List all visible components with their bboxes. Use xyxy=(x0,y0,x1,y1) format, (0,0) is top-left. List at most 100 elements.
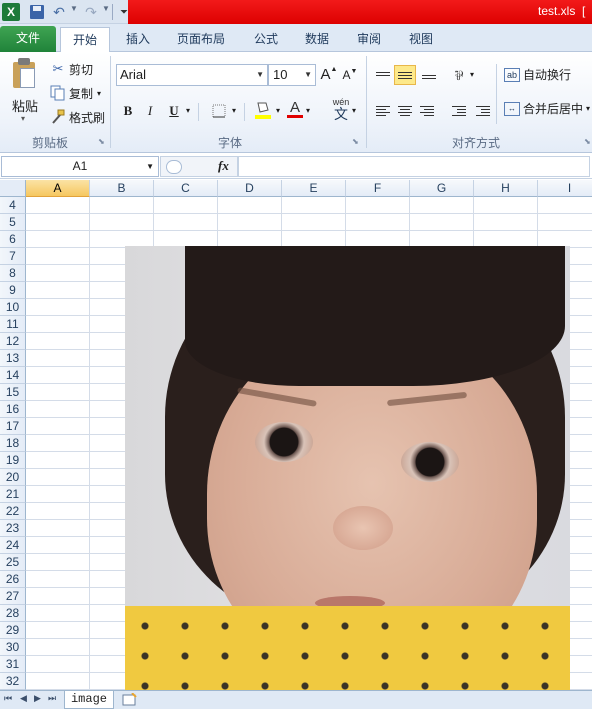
tab-file[interactable]: 文件 xyxy=(0,26,56,52)
row-header-30[interactable]: 30 xyxy=(0,639,26,656)
orientation-dropdown-icon[interactable]: ▾ xyxy=(470,70,474,79)
underline-dropdown-icon[interactable]: ▾ xyxy=(186,106,190,115)
tab-home[interactable]: 开始 xyxy=(60,27,110,53)
column-header-i[interactable]: I xyxy=(538,180,592,197)
grow-font-button[interactable]: A ▲ xyxy=(320,64,338,84)
embedded-picture[interactable] xyxy=(125,246,570,690)
phonetic-dropdown-icon[interactable]: ▾ xyxy=(352,106,356,115)
cut-button[interactable]: ✂ 剪切 xyxy=(50,59,93,79)
tab-insert[interactable]: 插入 xyxy=(118,27,158,52)
column-header-f[interactable]: F xyxy=(346,180,410,197)
row-header-15[interactable]: 15 xyxy=(0,384,26,401)
undo-dropdown-icon[interactable]: ▼ xyxy=(70,4,78,13)
copy-button[interactable]: 复制 ▾ xyxy=(50,83,101,103)
paste-dropdown-icon[interactable]: ▾ xyxy=(21,114,25,123)
tab-data[interactable]: 数据 xyxy=(297,27,337,52)
align-right-button[interactable] xyxy=(416,101,438,121)
row-header-31[interactable]: 31 xyxy=(0,656,26,673)
wrap-text-button[interactable]: ab 自动换行 xyxy=(504,66,571,83)
bold-button[interactable]: B xyxy=(118,101,138,121)
row-header-24[interactable]: 24 xyxy=(0,537,26,554)
tab-formulas[interactable]: 公式 xyxy=(246,27,286,52)
increase-indent-button[interactable] xyxy=(472,101,494,121)
row-header-7[interactable]: 7 xyxy=(0,248,26,265)
select-all-corner[interactable] xyxy=(0,180,26,197)
align-left-button[interactable] xyxy=(372,101,394,121)
row-header-22[interactable]: 22 xyxy=(0,503,26,520)
row-header-26[interactable]: 26 xyxy=(0,571,26,588)
decrease-indent-button[interactable] xyxy=(448,101,470,121)
font-color-button[interactable]: A xyxy=(286,99,304,119)
column-header-e[interactable]: E xyxy=(282,180,346,197)
row-header-8[interactable]: 8 xyxy=(0,265,26,282)
sheet-tab-image[interactable]: image xyxy=(64,691,114,709)
insert-sheet-icon[interactable] xyxy=(122,692,140,707)
row-header-10[interactable]: 10 xyxy=(0,299,26,316)
redo-icon[interactable]: ↷ xyxy=(82,3,100,21)
border-dropdown-icon[interactable]: ▾ xyxy=(232,106,236,115)
format-painter-button[interactable]: 格式刷 xyxy=(50,107,105,127)
paste-button[interactable]: 粘贴 ▾ xyxy=(6,56,44,124)
merge-center-button[interactable]: ↔ 合并后居中 ▾ xyxy=(504,100,590,117)
column-header-c[interactable]: C xyxy=(154,180,218,197)
font-color-dropdown-icon[interactable]: ▾ xyxy=(306,106,310,115)
tab-page-layout[interactable]: 页面布局 xyxy=(170,27,232,52)
row-header-32[interactable]: 32 xyxy=(0,673,26,690)
align-center-button[interactable] xyxy=(394,101,416,121)
row-header-27[interactable]: 27 xyxy=(0,588,26,605)
row-header-29[interactable]: 29 xyxy=(0,622,26,639)
row-header-12[interactable]: 12 xyxy=(0,333,26,350)
row-header-20[interactable]: 20 xyxy=(0,469,26,486)
row-header-17[interactable]: 17 xyxy=(0,418,26,435)
save-icon[interactable] xyxy=(28,3,46,21)
insert-function-icon[interactable]: fx xyxy=(218,158,229,174)
column-header-g[interactable]: G xyxy=(410,180,474,197)
row-header-25[interactable]: 25 xyxy=(0,554,26,571)
underline-button[interactable]: U xyxy=(164,101,184,121)
row-header-6[interactable]: 6 xyxy=(0,231,26,248)
column-header-a[interactable]: A xyxy=(26,180,90,197)
align-middle-button[interactable] xyxy=(394,65,416,85)
fill-color-dropdown-icon[interactable]: ▾ xyxy=(276,106,280,115)
row-header-4[interactable]: 4 xyxy=(0,197,26,214)
align-top-button[interactable] xyxy=(372,65,394,85)
row-header-21[interactable]: 21 xyxy=(0,486,26,503)
italic-button[interactable]: I xyxy=(140,101,160,121)
row-header-23[interactable]: 23 xyxy=(0,520,26,537)
undo-icon[interactable]: ↶ xyxy=(50,3,68,21)
fill-color-button[interactable] xyxy=(252,100,274,120)
row-header-5[interactable]: 5 xyxy=(0,214,26,231)
first-sheet-icon[interactable]: ⏮ xyxy=(4,693,12,704)
font-name-select[interactable]: Arial ▼ xyxy=(116,64,268,86)
column-header-h[interactable]: H xyxy=(474,180,538,197)
tab-view[interactable]: 视图 xyxy=(401,27,441,52)
row-header-28[interactable]: 28 xyxy=(0,605,26,622)
row-header-9[interactable]: 9 xyxy=(0,282,26,299)
font-size-select[interactable]: 10 ▼ xyxy=(268,64,316,86)
redo-dropdown-icon[interactable]: ▼ xyxy=(102,4,110,13)
excel-logo-icon[interactable]: X xyxy=(2,3,20,21)
row-header-19[interactable]: 19 xyxy=(0,452,26,469)
last-sheet-icon[interactable]: ⏭ xyxy=(48,693,56,704)
tab-review[interactable]: 审阅 xyxy=(349,27,389,52)
merge-dropdown-icon[interactable]: ▾ xyxy=(586,104,590,113)
copy-dropdown-icon[interactable]: ▾ xyxy=(97,89,101,98)
row-header-14[interactable]: 14 xyxy=(0,367,26,384)
clipboard-launcher-icon[interactable]: ⬊ xyxy=(98,137,105,146)
align-bottom-button[interactable] xyxy=(418,65,440,85)
orientation-button[interactable]: ⅌ xyxy=(448,65,470,85)
row-header-11[interactable]: 11 xyxy=(0,316,26,333)
row-header-18[interactable]: 18 xyxy=(0,435,26,452)
row-header-13[interactable]: 13 xyxy=(0,350,26,367)
border-button[interactable] xyxy=(208,101,230,121)
formula-input[interactable] xyxy=(238,156,590,177)
column-header-b[interactable]: B xyxy=(90,180,154,197)
formula-expand-handle[interactable] xyxy=(166,160,182,174)
next-sheet-icon[interactable]: ▶ xyxy=(34,693,41,704)
prev-sheet-icon[interactable]: ◀ xyxy=(20,693,27,704)
alignment-launcher-icon[interactable]: ⬊ xyxy=(584,137,591,146)
column-header-d[interactable]: D xyxy=(218,180,282,197)
font-launcher-icon[interactable]: ⬊ xyxy=(352,137,359,146)
row-header-16[interactable]: 16 xyxy=(0,401,26,418)
name-box[interactable]: A1 ▼ xyxy=(1,156,159,177)
